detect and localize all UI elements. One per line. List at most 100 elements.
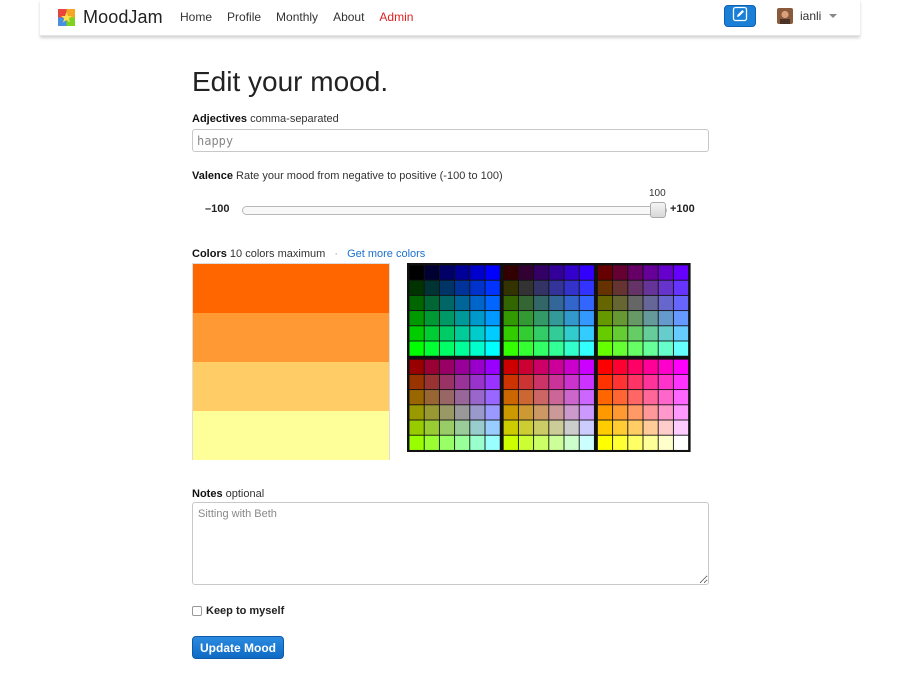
palette-color-swatch[interactable] [409, 374, 424, 390]
palette-color-swatch[interactable] [503, 295, 518, 311]
palette-color-swatch[interactable] [613, 390, 628, 405]
palette-color-swatch[interactable] [564, 341, 579, 356]
palette-color-swatch[interactable] [455, 326, 470, 341]
palette-color-swatch[interactable] [579, 280, 594, 295]
palette-color-swatch[interactable] [439, 420, 455, 435]
palette-color-swatch[interactable] [534, 265, 549, 280]
palette-color-swatch[interactable] [470, 295, 485, 311]
palette-color-swatch[interactable] [470, 311, 485, 326]
palette-color-swatch[interactable] [439, 326, 455, 341]
palette-color-swatch[interactable] [439, 265, 455, 280]
palette-color-swatch[interactable] [597, 311, 613, 326]
palette-color-swatch[interactable] [470, 390, 485, 405]
palette-color-swatch[interactable] [409, 420, 424, 435]
palette-color-swatch[interactable] [579, 311, 594, 326]
palette-color-swatch[interactable] [643, 405, 658, 420]
palette-color-swatch[interactable] [643, 420, 658, 435]
palette-color-swatch[interactable] [597, 265, 613, 280]
palette-color-swatch[interactable] [628, 435, 643, 450]
palette-color-swatch[interactable] [503, 390, 518, 405]
palette-color-swatch[interactable] [455, 359, 470, 374]
palette-color-swatch[interactable] [658, 326, 673, 341]
palette-color-swatch[interactable] [579, 405, 594, 420]
palette-color-swatch[interactable] [597, 405, 613, 420]
nav-link-home[interactable]: Home [180, 10, 212, 24]
palette-color-swatch[interactable] [597, 359, 613, 374]
palette-color-swatch[interactable] [439, 374, 455, 390]
palette-color-swatch[interactable] [579, 374, 594, 390]
palette-color-swatch[interactable] [628, 390, 643, 405]
palette-color-swatch[interactable] [503, 359, 518, 374]
palette-color-swatch[interactable] [409, 435, 424, 450]
palette-color-swatch[interactable] [470, 280, 485, 295]
palette-color-swatch[interactable] [409, 265, 424, 280]
selected-color-swatch[interactable] [193, 411, 389, 460]
palette-color-swatch[interactable] [534, 280, 549, 295]
palette-color-swatch[interactable] [658, 435, 673, 450]
palette-color-swatch[interactable] [613, 311, 628, 326]
palette-color-swatch[interactable] [658, 280, 673, 295]
palette-color-swatch[interactable] [597, 326, 613, 341]
palette-color-swatch[interactable] [643, 435, 658, 450]
palette-color-swatch[interactable] [658, 311, 673, 326]
selected-color-swatch[interactable] [193, 264, 389, 313]
selected-color-swatch[interactable] [193, 313, 389, 362]
palette-color-swatch[interactable] [579, 390, 594, 405]
palette-color-swatch[interactable] [549, 405, 564, 420]
palette-color-swatch[interactable] [534, 420, 549, 435]
palette-color-swatch[interactable] [549, 280, 564, 295]
palette-color-swatch[interactable] [518, 435, 534, 450]
palette-color-swatch[interactable] [579, 326, 594, 341]
palette-color-swatch[interactable] [455, 265, 470, 280]
palette-color-swatch[interactable] [439, 311, 455, 326]
palette-color-swatch[interactable] [643, 265, 658, 280]
palette-color-swatch[interactable] [673, 311, 689, 326]
nav-link-admin[interactable]: Admin [379, 10, 413, 24]
palette-color-swatch[interactable] [643, 359, 658, 374]
palette-color-swatch[interactable] [613, 420, 628, 435]
palette-color-swatch[interactable] [455, 405, 470, 420]
palette-color-swatch[interactable] [518, 295, 534, 311]
palette-color-swatch[interactable] [503, 435, 518, 450]
palette-color-swatch[interactable] [549, 265, 564, 280]
palette-color-swatch[interactable] [564, 374, 579, 390]
nav-link-monthly[interactable]: Monthly [276, 10, 318, 24]
palette-color-swatch[interactable] [534, 374, 549, 390]
palette-color-swatch[interactable] [534, 390, 549, 405]
palette-color-swatch[interactable] [409, 359, 424, 374]
palette-color-swatch[interactable] [424, 374, 439, 390]
palette-color-swatch[interactable] [643, 295, 658, 311]
palette-color-swatch[interactable] [628, 265, 643, 280]
palette-color-swatch[interactable] [534, 295, 549, 311]
palette-color-swatch[interactable] [579, 341, 594, 356]
palette-color-swatch[interactable] [485, 374, 500, 390]
palette-color-swatch[interactable] [518, 311, 534, 326]
palette-color-swatch[interactable] [628, 420, 643, 435]
palette-color-swatch[interactable] [485, 390, 500, 405]
palette-color-swatch[interactable] [579, 265, 594, 280]
palette-color-swatch[interactable] [579, 295, 594, 311]
palette-color-swatch[interactable] [470, 405, 485, 420]
palette-color-swatch[interactable] [673, 374, 689, 390]
palette-color-swatch[interactable] [658, 295, 673, 311]
palette-color-swatch[interactable] [613, 359, 628, 374]
palette-color-swatch[interactable] [424, 390, 439, 405]
palette-color-swatch[interactable] [439, 405, 455, 420]
palette-color-swatch[interactable] [455, 280, 470, 295]
compose-button[interactable] [724, 5, 756, 27]
palette-color-swatch[interactable] [673, 265, 689, 280]
palette-color-swatch[interactable] [613, 295, 628, 311]
palette-color-swatch[interactable] [564, 280, 579, 295]
palette-color-swatch[interactable] [503, 341, 518, 356]
palette-color-swatch[interactable] [643, 341, 658, 356]
palette-color-swatch[interactable] [424, 326, 439, 341]
palette-color-swatch[interactable] [485, 311, 500, 326]
palette-color-swatch[interactable] [424, 341, 439, 356]
palette-color-swatch[interactable] [564, 390, 579, 405]
palette-color-swatch[interactable] [439, 390, 455, 405]
palette-color-swatch[interactable] [549, 420, 564, 435]
palette-color-swatch[interactable] [518, 374, 534, 390]
palette-color-swatch[interactable] [613, 405, 628, 420]
palette-color-swatch[interactable] [673, 295, 689, 311]
palette-color-swatch[interactable] [424, 295, 439, 311]
